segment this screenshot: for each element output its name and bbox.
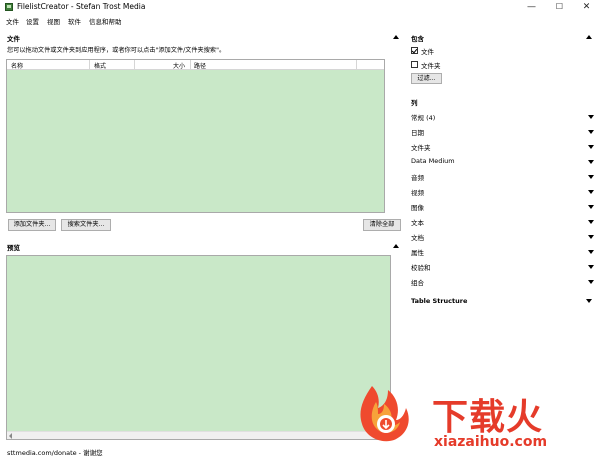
chevron-down-icon[interactable]: [588, 250, 594, 254]
include-files-label: 文件: [421, 48, 434, 56]
include-folders-checkbox[interactable]: [411, 61, 418, 68]
preview-area[interactable]: [6, 255, 391, 440]
columns-title: 列: [411, 99, 418, 107]
column-group-label: 属性: [411, 249, 424, 257]
include-files-checkbox[interactable]: [411, 47, 418, 54]
column-group-combination[interactable]: 组合: [411, 277, 597, 289]
column-format[interactable]: 格式: [94, 61, 106, 70]
column-group-label: 常规 (4): [411, 114, 436, 122]
files-hint: 您可以拖动文件或文件夹到应用程序，或者你可以点击"添加文件/文件夹搜索"。: [7, 47, 226, 54]
menu-bar: 文件 设置 视图 软件 信息和帮助: [0, 14, 600, 26]
column-group-data-medium[interactable]: Data Medium: [411, 157, 597, 169]
chevron-down-icon[interactable]: [588, 280, 594, 284]
chevron-down-icon[interactable]: [588, 220, 594, 224]
chevron-down-icon[interactable]: [588, 160, 594, 164]
column-separator[interactable]: [89, 60, 90, 70]
menu-file[interactable]: 文件: [6, 16, 19, 26]
column-group-label: 音频: [411, 174, 424, 182]
column-size[interactable]: 大小: [173, 61, 185, 70]
chevron-down-icon[interactable]: [588, 115, 594, 119]
file-list[interactable]: 名称 格式 大小 路径: [6, 59, 385, 213]
column-group-label: 文本: [411, 219, 424, 227]
preview-horizontal-scrollbar[interactable]: [7, 431, 390, 439]
column-group-text[interactable]: 文本: [411, 217, 597, 229]
include-title: 包含: [411, 35, 424, 43]
chevron-down-icon[interactable]: [588, 265, 594, 269]
close-button[interactable]: ✕: [573, 0, 600, 14]
table-structure-title: Table Structure: [411, 297, 468, 305]
column-group-date[interactable]: 日期: [411, 127, 597, 139]
maximize-icon: ☐: [555, 2, 564, 11]
column-group-general[interactable]: 常规 (4): [411, 112, 597, 124]
files-section-title: 文件: [7, 35, 20, 43]
watermark-en: xiazaihuo.com: [434, 434, 548, 450]
column-group-label: 日期: [411, 129, 424, 137]
watermark-cn: 下载火: [432, 397, 544, 438]
column-separator[interactable]: [134, 60, 135, 70]
menu-view[interactable]: 视图: [47, 16, 60, 26]
maximize-button[interactable]: ☐: [546, 0, 573, 14]
column-group-video[interactable]: 视频: [411, 187, 597, 199]
column-group-label: 文档: [411, 234, 424, 242]
column-group-label: 图像: [411, 204, 424, 212]
table-structure-chevron-icon[interactable]: [586, 299, 592, 303]
column-path[interactable]: 路径: [194, 61, 206, 70]
column-group-label: 视频: [411, 189, 424, 197]
include-folders-label: 文件夹: [421, 62, 441, 70]
chevron-down-icon[interactable]: [588, 145, 594, 149]
menu-software[interactable]: 软件: [68, 16, 81, 26]
chevron-down-icon[interactable]: [588, 175, 594, 179]
column-group-label: Data Medium: [411, 157, 455, 165]
minimize-icon: —: [527, 2, 536, 12]
chevron-down-icon[interactable]: [588, 235, 594, 239]
scroll-left-icon[interactable]: [9, 433, 12, 439]
column-separator[interactable]: [190, 60, 191, 70]
chevron-down-icon[interactable]: [588, 130, 594, 134]
window-title: FilelistCreator - Stefan Trost Media: [17, 2, 146, 11]
column-group-label: 文件夹: [411, 144, 431, 152]
include-collapse-icon[interactable]: [586, 35, 592, 39]
column-group-attributes[interactable]: 属性: [411, 247, 597, 259]
column-group-image[interactable]: 图像: [411, 202, 597, 214]
column-group-folder[interactable]: 文件夹: [411, 142, 597, 154]
menu-settings[interactable]: 设置: [26, 16, 39, 26]
minimize-button[interactable]: —: [518, 0, 545, 14]
column-group-label: 组合: [411, 279, 424, 287]
search-folder-button[interactable]: 搜索文件夹...: [61, 219, 111, 231]
file-list-header: 名称 格式 大小 路径: [7, 60, 384, 70]
column-name[interactable]: 名称: [11, 61, 23, 70]
column-separator[interactable]: [356, 60, 357, 70]
app-icon: [5, 3, 13, 11]
chevron-down-icon[interactable]: [588, 190, 594, 194]
clear-all-button[interactable]: 清除全部: [363, 219, 401, 231]
column-group-checksum[interactable]: 校验和: [411, 262, 597, 274]
status-text[interactable]: sttmedia.com/donate - 谢谢您: [7, 447, 103, 457]
preview-section-title: 预览: [7, 244, 20, 252]
column-group-document[interactable]: 文档: [411, 232, 597, 244]
fire-logo-icon: [360, 386, 409, 442]
filter-button[interactable]: 过滤...: [411, 73, 442, 84]
title-bar: FilelistCreator - Stefan Trost Media — ☐…: [0, 0, 600, 14]
add-folder-button[interactable]: 添加文件夹...: [8, 219, 56, 231]
column-group-label: 校验和: [411, 264, 431, 272]
chevron-down-icon[interactable]: [588, 205, 594, 209]
column-group-audio[interactable]: 音频: [411, 172, 597, 184]
watermark: 下载火 xiazaihuo.com: [346, 380, 600, 460]
close-icon: ✕: [582, 2, 591, 12]
menu-help[interactable]: 信息和帮助: [89, 16, 122, 26]
